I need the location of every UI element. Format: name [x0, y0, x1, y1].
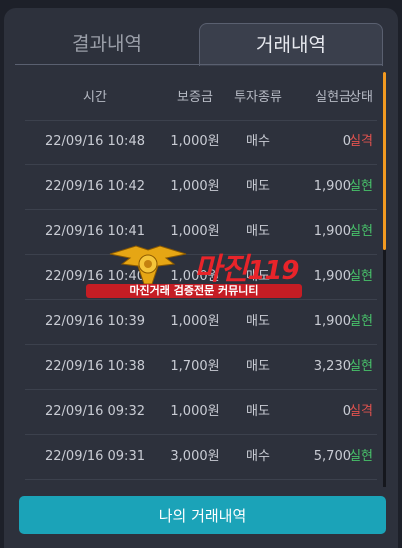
- table-header: 시간 보증금 투자종류 실현금 상태: [25, 76, 377, 121]
- table-row: 22/09/16 10:38 1,700원 매도 3,230 실현: [25, 345, 377, 390]
- cell-type: 매도: [246, 224, 270, 239]
- header-time: 시간: [83, 90, 107, 105]
- cell-status: 실현: [349, 179, 373, 194]
- cell-status: 실현: [349, 314, 373, 329]
- cell-status: 실격: [349, 134, 373, 149]
- header-deposit: 보증금: [177, 90, 213, 105]
- header-status: 상태: [349, 90, 373, 105]
- cell-time: 22/09/16 10:41: [45, 224, 145, 239]
- table-row: 22/09/16 10:42 1,000원 매도 1,900 실현: [25, 165, 377, 210]
- cell-type: 매도: [246, 179, 270, 194]
- cell-type: 매도: [246, 359, 270, 374]
- cell-deposit: 1,000원: [170, 269, 220, 284]
- cell-time: 22/09/16 10:48: [45, 134, 145, 149]
- cell-status: 실현: [349, 449, 373, 464]
- cell-type: 매도: [246, 404, 270, 419]
- cell-status: 실현: [349, 269, 373, 284]
- cell-time: 22/09/16 10:38: [45, 359, 145, 374]
- tab-bar: 결과내역 거래내역: [15, 23, 383, 66]
- scrollbar-thumb[interactable]: [383, 72, 386, 250]
- trade-table: 시간 보증금 투자종류 실현금 상태 22/09/16 10:48 1,000원 매…: [25, 76, 377, 486]
- table-row: 22/09/16 09:31 3,000원 매수 5,700 실현: [25, 435, 377, 480]
- cell-type: 매수: [246, 134, 270, 149]
- table-row: 22/09/16 10:39 1,000원 매도 1,900 실현: [25, 300, 377, 345]
- table-row: 22/09/16 10:40 1,000원 매도 1,900 실현: [25, 255, 377, 300]
- cell-status: 실현: [349, 224, 373, 239]
- table-row: 22/09/16 09:32 1,000원 매도 0 실격: [25, 390, 377, 435]
- table-row: 22/09/16 10:41 1,000원 매도 1,900 실현: [25, 210, 377, 255]
- cell-deposit: 1,000원: [170, 179, 220, 194]
- cell-deposit: 1,700원: [170, 359, 220, 374]
- tab-results[interactable]: 결과내역: [15, 23, 199, 65]
- cell-deposit: 1,000원: [170, 404, 220, 419]
- cell-deposit: 1,000원: [170, 314, 220, 329]
- header-type: 투자종류: [234, 90, 282, 105]
- cell-deposit: 3,000원: [170, 449, 220, 464]
- cell-type: 매수: [246, 449, 270, 464]
- table-row: 22/09/16 10:48 1,000원 매수 0 실격: [25, 120, 377, 165]
- cell-status: 실현: [349, 359, 373, 374]
- cell-time: 22/09/16 09:32: [45, 404, 145, 419]
- tab-divider: [15, 64, 383, 65]
- my-trades-button[interactable]: 나의 거래내역: [19, 496, 386, 534]
- tab-trades[interactable]: 거래내역: [199, 23, 383, 66]
- cell-deposit: 1,000원: [170, 224, 220, 239]
- cell-status: 실격: [349, 404, 373, 419]
- cell-deposit: 1,000원: [170, 134, 220, 149]
- cell-time: 22/09/16 09:31: [45, 449, 145, 464]
- cell-time: 22/09/16 10:42: [45, 179, 145, 194]
- cell-time: 22/09/16 10:40: [45, 269, 145, 284]
- cell-time: 22/09/16 10:39: [45, 314, 145, 329]
- cell-type: 매도: [246, 314, 270, 329]
- cell-type: 매도: [246, 269, 270, 284]
